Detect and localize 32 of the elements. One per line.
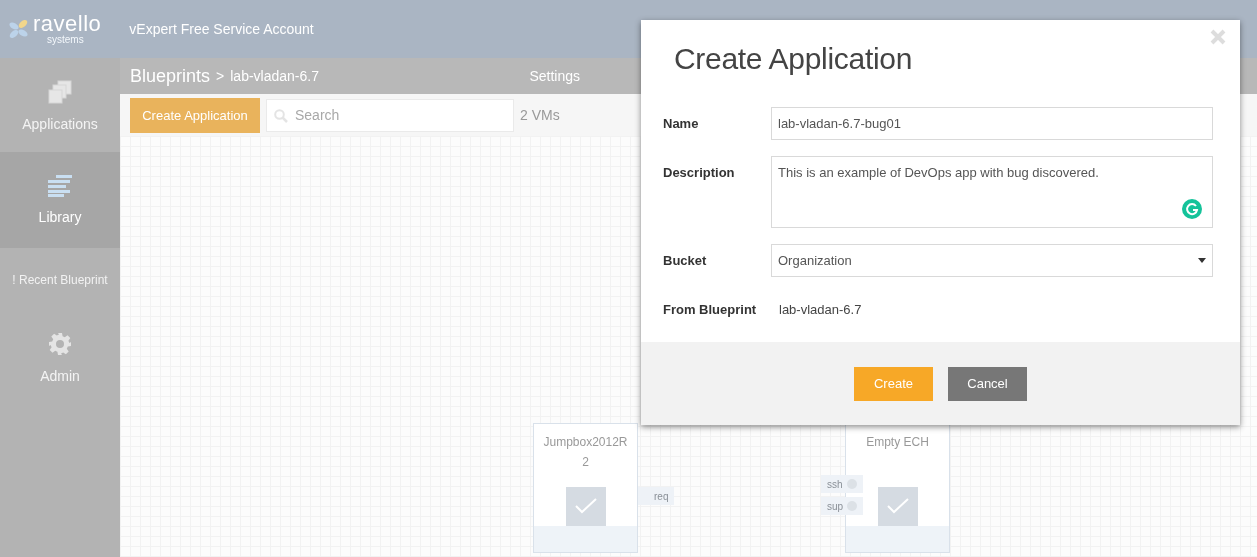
- node-title: Empty ECH: [865, 434, 930, 451]
- create-application-button[interactable]: Create Application: [130, 97, 260, 133]
- vm-node[interactable]: Jumpbox2012R2: [533, 423, 638, 553]
- sidebar-item[interactable]: Library: [0, 152, 120, 248]
- blueprint-name: lab-vladan-6.7: [778, 301, 863, 319]
- service-port[interactable]: req: [638, 487, 675, 505]
- breadcrumb-separator: >: [216, 68, 225, 84]
- service-port[interactable]: sup: [821, 497, 864, 515]
- dialog-title: Create Application: [674, 42, 914, 77]
- bucket-dropdown[interactable]: Organization: [771, 244, 1213, 277]
- field-label: Name: [663, 115, 700, 133]
- name-input-field[interactable]: lab-vladan-6.7-bug01: [771, 107, 1213, 140]
- search-field[interactable]: Search: [266, 98, 514, 132]
- field-label: Description: [663, 164, 736, 182]
- create-button[interactable]: Create: [854, 366, 933, 401]
- field-label: Bucket: [663, 252, 708, 270]
- dropdown-value: Organization: [778, 253, 852, 268]
- logo-subtext: systems: [47, 35, 85, 45]
- recent-blueprint-link[interactable]: ! Recent Blueprint: [12, 273, 108, 287]
- settings-link[interactable]: Settings: [529, 68, 580, 84]
- vm-count: 2 VMs: [520, 107, 560, 123]
- node-title: Jumpbox2012R2: [542, 434, 629, 471]
- account-name: vExpert Free Service Account: [129, 21, 314, 37]
- breadcrumb-current: lab-vladan-6.7: [230, 68, 319, 84]
- logo-text: ravello: [33, 13, 102, 35]
- breadcrumb-link[interactable]: Blueprints: [130, 65, 211, 87]
- cancel-button[interactable]: Cancel: [948, 366, 1027, 401]
- description-text-area[interactable]: This is an example of DevOps app with bug discovered.: [771, 156, 1213, 228]
- vm-node[interactable]: Empty ECH: [845, 423, 950, 553]
- description-text: This is an example of DevOps app with bug discovered.: [778, 165, 1099, 180]
- field-label: From Blueprint: [663, 301, 758, 319]
- service-port[interactable]: ssh: [821, 475, 863, 493]
